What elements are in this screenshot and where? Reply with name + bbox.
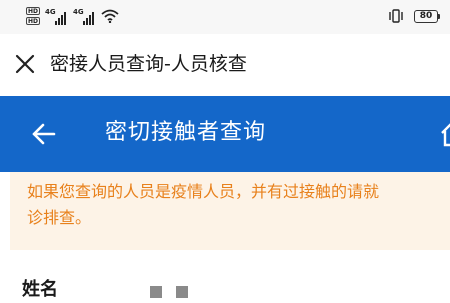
vibrate-icon	[389, 9, 403, 23]
name-value-masked	[150, 286, 162, 298]
notice-text: 如果您查询的人员是疫情人员，并有过接触的请就 诊排查。	[27, 179, 450, 231]
signal-icon	[83, 11, 97, 25]
wifi-icon	[101, 9, 119, 23]
notice-banner: 如果您查询的人员是疫情人员，并有过接触的请就 诊排查。	[10, 172, 450, 250]
battery-tip	[438, 14, 440, 19]
app-bar: 密切接触者查询	[0, 96, 450, 172]
status-bar: HD HD 4G 4G 80	[0, 0, 450, 34]
back-arrow-icon[interactable]	[30, 120, 58, 148]
webview-header: 密接人员查询-人员核查	[0, 34, 450, 97]
name-field-label: 姓名	[22, 279, 58, 300]
notice-line: 如果您查询的人员是疫情人员，并有过接触的请就	[27, 182, 380, 201]
home-icon[interactable]	[440, 120, 450, 148]
app-title: 密切接触者查询	[105, 120, 267, 145]
webview-title: 密接人员查询-人员核查	[50, 53, 247, 75]
notice-line: 诊排查。	[27, 208, 92, 227]
signal-icon	[55, 11, 69, 25]
hd-indicators: HD HD	[26, 7, 42, 27]
hd-badge: HD	[26, 7, 40, 15]
battery-level: 80	[419, 11, 433, 21]
name-value-masked	[176, 286, 188, 298]
close-icon[interactable]	[14, 53, 36, 75]
hd-badge: HD	[26, 17, 40, 25]
battery-icon: 80	[414, 10, 438, 23]
